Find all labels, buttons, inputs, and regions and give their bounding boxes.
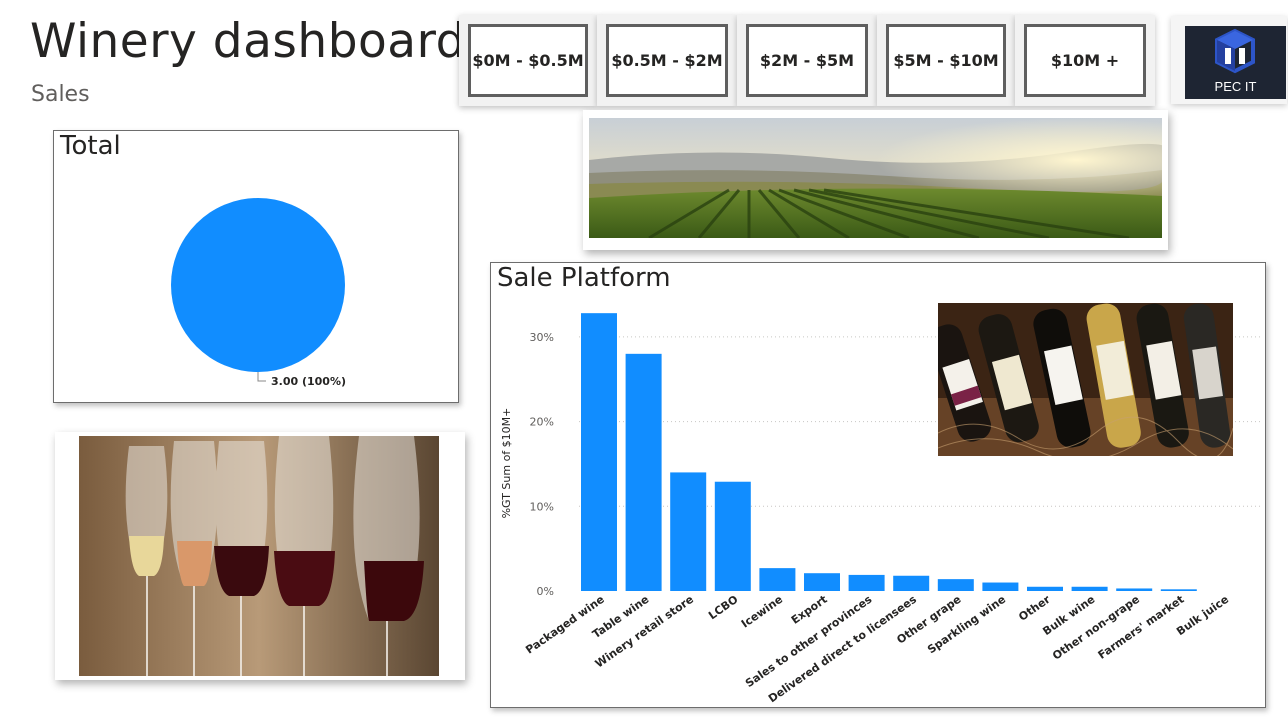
slicer-button-10m-plus[interactable]: $10M +: [1024, 24, 1146, 97]
wine-glasses-photo-frame: [55, 432, 465, 680]
slicer-tile-5-10m: $5M - $10M: [877, 15, 1015, 106]
x-tick-label: Packaged wine: [523, 593, 606, 657]
bar-lcbo[interactable]: [714, 481, 751, 591]
vineyard-photo-frame: [583, 110, 1168, 250]
bar-bulk-wine[interactable]: [1071, 586, 1108, 591]
wine-bottles-photo: [938, 303, 1233, 456]
slicer-tile-0-05m: $0M - $0.5M: [459, 15, 597, 106]
x-tick-label: LCBO: [706, 593, 740, 622]
bar-winery-retail-store[interactable]: [670, 472, 707, 591]
bar-packaged-wine[interactable]: [581, 313, 617, 591]
pie-slice[interactable]: [171, 198, 345, 372]
pie-data-label: 3.00 (100%): [271, 375, 346, 388]
bar-other-grape[interactable]: [937, 579, 974, 591]
bar-table-wine[interactable]: [625, 353, 662, 591]
company-logo: PEC IT: [1185, 26, 1286, 99]
y-axis-label: %GT Sum of $10M+: [500, 408, 513, 519]
slicer-button-5-10m[interactable]: $5M - $10M: [886, 24, 1006, 97]
pie-chart: 3.00 (100%): [171, 198, 346, 388]
sale-platform-panel: Sale Platform 0% 10% 20% 30% Packaged wine Ta…: [490, 262, 1266, 708]
wine-glasses-photo: [79, 436, 439, 676]
slicer-button-0-05m[interactable]: $0M - $0.5M: [468, 24, 588, 97]
bar-other-non-grape[interactable]: [1116, 588, 1153, 591]
x-tick-label: Export: [789, 593, 830, 627]
bar-other[interactable]: [1027, 586, 1063, 591]
y-tick-label: 10%: [530, 500, 554, 513]
logo-tile: PEC IT: [1171, 16, 1287, 104]
bar-farmers-market[interactable]: [1160, 589, 1197, 591]
x-tick-label: Other: [1016, 592, 1053, 623]
vineyard-photo: [589, 118, 1162, 238]
bar-sparkling-wine[interactable]: [982, 582, 1019, 591]
bar-export[interactable]: [804, 573, 840, 591]
slicer-button-2-5m[interactable]: $2M - $5M: [746, 24, 868, 97]
logo-text: PEC IT: [1214, 79, 1257, 94]
x-tick-label: Icewine: [739, 593, 785, 631]
y-tick-label: 30%: [530, 331, 554, 344]
page-title: Winery dashboard: [30, 14, 466, 69]
bar-sales-to-other-provinces[interactable]: [848, 574, 885, 591]
slicer-tile-05-2m: $0.5M - $2M: [597, 15, 737, 106]
bar-icewine[interactable]: [759, 568, 796, 591]
slicer-tile-2-5m: $2M - $5M: [737, 15, 877, 106]
bar-delivered-direct-to-licensees[interactable]: [893, 575, 930, 591]
page-subtitle: Sales: [31, 82, 90, 107]
slicer-tile-10m-plus: $10M +: [1015, 15, 1155, 106]
x-tick-label: Sparkling wine: [925, 593, 1008, 657]
total-panel: Total 3.00 (100%): [53, 130, 459, 403]
y-tick-label: 0%: [537, 585, 554, 598]
slicer-button-05-2m[interactable]: $0.5M - $2M: [606, 24, 728, 97]
y-tick-label: 20%: [530, 416, 554, 429]
pie-leader-line: [257, 372, 266, 382]
